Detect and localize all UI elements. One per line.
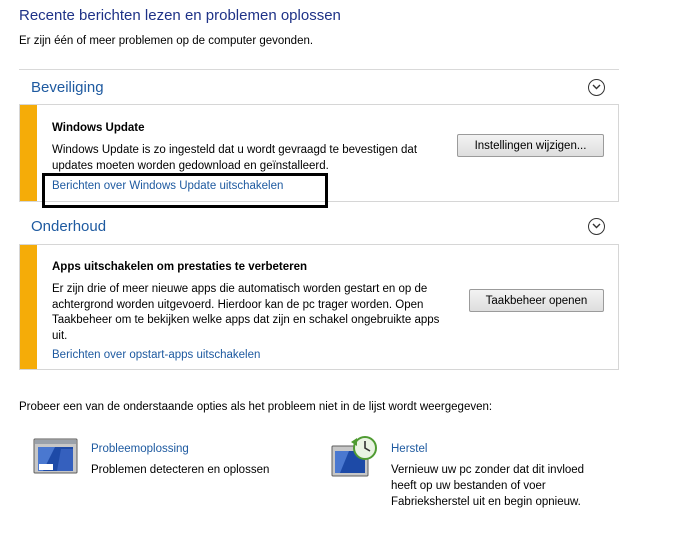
warning-stripe (20, 105, 37, 201)
change-settings-button[interactable]: Instellingen wijzigen... (457, 134, 604, 157)
divider (19, 69, 619, 70)
recovery-icon[interactable] (331, 436, 377, 477)
open-task-manager-button[interactable]: Taakbeheer openen (469, 289, 604, 312)
chevron-down-icon[interactable] (588, 79, 605, 96)
recovery-link[interactable]: Herstel (391, 443, 427, 455)
card-title: Windows Update (52, 122, 145, 134)
troubleshooting-link[interactable]: Probleemoplossing (91, 443, 189, 455)
chevron-down-icon[interactable] (588, 218, 605, 235)
page-title: Recente berichten lezen en problemen opl… (19, 7, 341, 24)
troubleshooting-description: Problemen detecteren en oplossen (91, 464, 270, 476)
card-description: Er zijn drie of meer nieuwe apps die aut… (52, 283, 440, 342)
troubleshooting-icon[interactable] (33, 436, 79, 476)
section-heading-security[interactable]: Beveiliging (31, 79, 104, 96)
page-subtitle: Er zijn één of meer problemen op de comp… (19, 35, 314, 47)
warning-stripe (20, 245, 37, 369)
footer-text: Probeer een van de onderstaande opties a… (19, 401, 493, 413)
disable-startup-app-messages-link[interactable]: Berichten over opstart-apps uitschakelen (52, 349, 260, 361)
startup-apps-card: Apps uitschakelen om prestaties te verbe… (19, 244, 619, 370)
card-description: Windows Update is zo ingesteld dat u wor… (52, 144, 418, 172)
recovery-description: Vernieuw uw pc zonder dat dit invloed he… (391, 464, 585, 508)
disable-windows-update-messages-link[interactable]: Berichten over Windows Update uitschakel… (52, 180, 283, 192)
card-title: Apps uitschakelen om prestaties te verbe… (52, 261, 308, 273)
section-heading-maintenance[interactable]: Onderhoud (31, 218, 106, 235)
